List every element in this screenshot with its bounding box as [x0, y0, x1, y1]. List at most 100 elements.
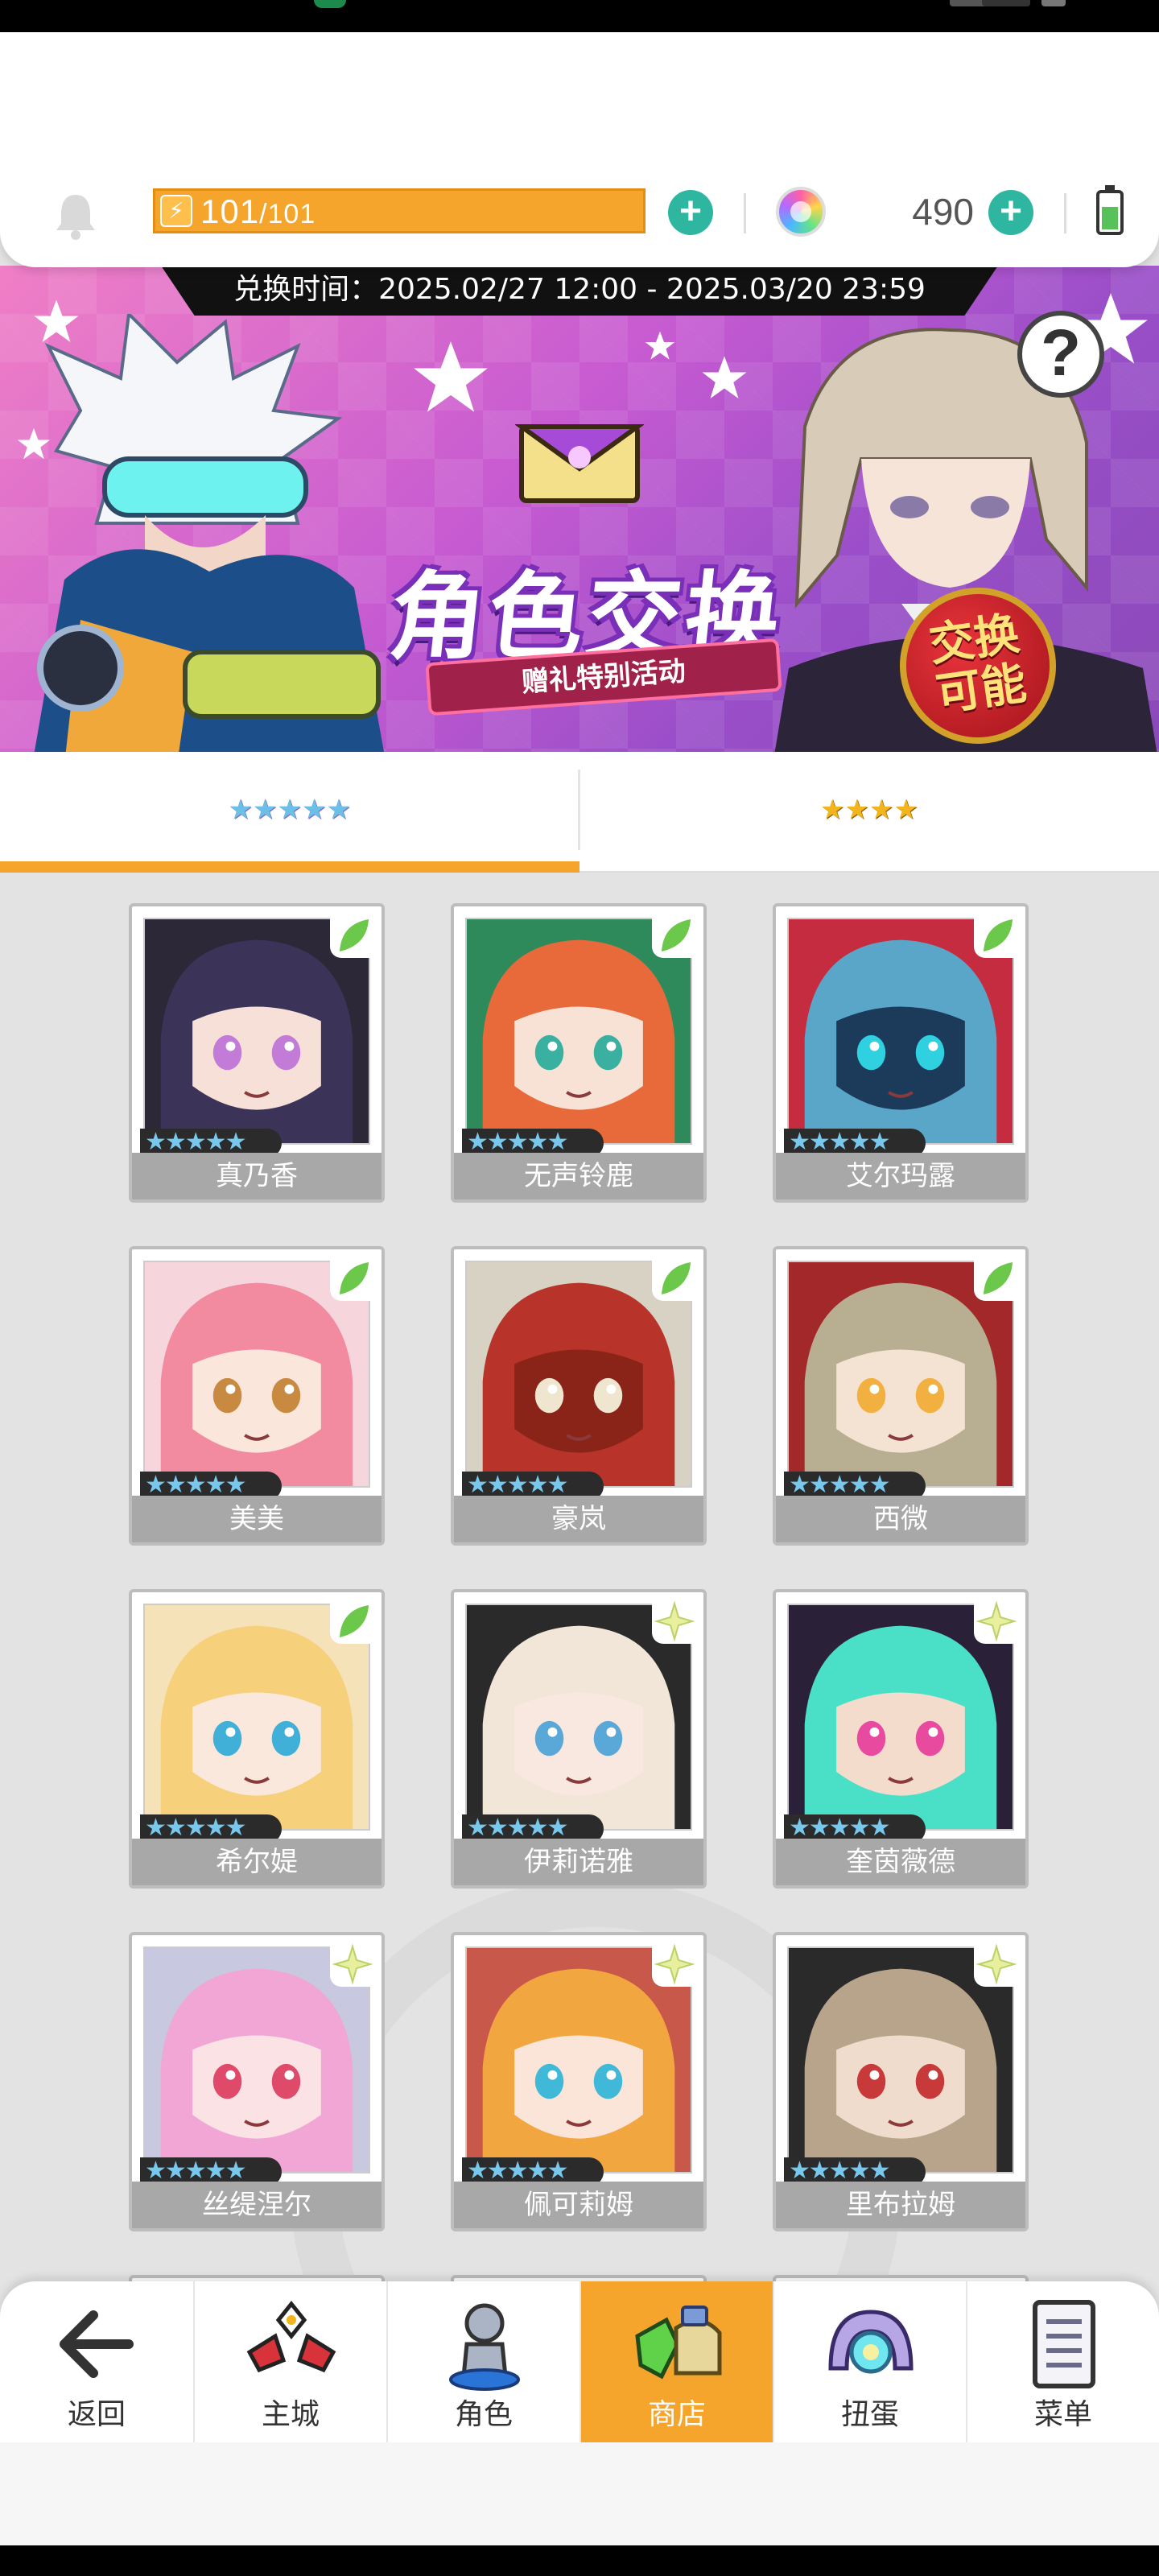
leaf-shape [984, 1262, 1013, 1294]
system-navigation-bar [0, 2545, 1159, 2576]
sparkle-icon [652, 1942, 697, 1987]
system-battery-icon [1041, 0, 1066, 6]
green-leaf-icon [974, 1256, 1019, 1301]
character-card[interactable] [773, 2275, 1029, 2281]
star-decoration-icon [645, 331, 675, 360]
character-card[interactable]: ★★★★★ 丝缇涅尔 [129, 1932, 385, 2231]
character-card[interactable]: ★★★★★ 里布拉姆 [773, 1932, 1029, 2231]
shop-icon [635, 2306, 722, 2380]
character-name: 西微 [776, 1496, 1025, 1542]
nav-label: 返回 [67, 2398, 126, 2431]
sparkle-icon [330, 1942, 375, 1987]
battery-icon [1096, 185, 1124, 235]
four-star-rating-icon: ★★★★ [820, 794, 918, 826]
character-name: 真乃香 [132, 1153, 382, 1199]
nav-menu[interactable]: 菜单 [966, 2281, 1159, 2442]
leaf-shape [340, 1262, 369, 1294]
character-card[interactable] [451, 2275, 707, 2281]
nav-label: 商店 [647, 2398, 706, 2431]
sparkle-shape [654, 1943, 695, 1985]
header-divider [1064, 193, 1066, 233]
gift-envelope-icon [515, 424, 644, 503]
character-name: 奎茵薇德 [776, 1839, 1025, 1885]
leaf-shape [662, 919, 691, 952]
sparkle-shape [654, 1600, 695, 1642]
five-star-rating-icon: ★★★★★ [228, 794, 352, 826]
green-leaf-icon [974, 913, 1019, 958]
menu-list-icon [1033, 2300, 1095, 2388]
battery-level [1102, 207, 1118, 229]
nav-shop[interactable]: 商店 [580, 2281, 773, 2442]
exchange-period: 兑换时间：2025.02/27 12:00 - 2025.03/20 23:59 [161, 266, 998, 316]
bottom-navigation: 返回 主城 角色 商店 扭蛋 菜单 [0, 2281, 1159, 2442]
castle-icon [246, 2300, 336, 2373]
notification-bell-icon[interactable] [52, 190, 100, 242]
character-name: 无声铃鹿 [454, 1153, 703, 1199]
event-banner: 兑换时间：2025.02/27 12:00 - 2025.03/20 23:59… [0, 266, 1159, 752]
nav-gacha[interactable]: 扭蛋 [773, 2281, 966, 2442]
character-card[interactable]: ★★★★★ 真乃香 [129, 903, 385, 1203]
character-name: 伊莉诺雅 [454, 1839, 703, 1885]
character-card[interactable]: ★★★★★ 佩可莉姆 [451, 1932, 707, 2231]
character-grid: ★★★★★ 真乃香 ★★★★★ 无声铃鹿 ★★★★★ 艾尔玛露 ★★★★★ 美美 ★★★★★ 豪岚… [0, 873, 1159, 2281]
character-name: 艾尔玛露 [776, 1153, 1025, 1199]
sparkle-shape [332, 1943, 373, 1985]
tab-five-star[interactable]: ★★★★★ [0, 752, 580, 873]
rarity-tabs: ★★★★★ ★★★★ [0, 752, 1159, 873]
star-decoration-icon [414, 341, 488, 412]
character-card[interactable]: ★★★★★ 伊莉诺雅 [451, 1589, 707, 1889]
nav-back[interactable]: 返回 [0, 2281, 193, 2442]
sparkle-icon [652, 1599, 697, 1644]
leaf-shape [340, 919, 369, 952]
back-arrow-icon [60, 2310, 134, 2378]
character-name: 美美 [132, 1496, 382, 1542]
gem-currency-icon [776, 187, 826, 237]
lightning-icon: ⚡ [160, 195, 192, 227]
character-icon [449, 2303, 520, 2391]
stamina-current: 101 [200, 192, 260, 230]
sparkle-shape [975, 1600, 1017, 1642]
character-name: 佩可莉姆 [454, 2182, 703, 2228]
character-card[interactable]: ★★★★★ 西微 [773, 1246, 1029, 1546]
banner-character-left-illustration [34, 314, 385, 752]
tab-four-star[interactable]: ★★★★ [580, 752, 1159, 873]
character-card[interactable]: ★★★★★ 艾尔玛露 [773, 903, 1029, 1203]
nav-characters[interactable]: 角色 [386, 2281, 580, 2442]
green-leaf-icon [652, 913, 697, 958]
header-divider [744, 193, 746, 233]
help-button[interactable]: ? [1017, 311, 1104, 398]
character-card[interactable]: ★★★★★ 豪岚 [451, 1246, 707, 1546]
gem-count: 490 [912, 191, 974, 233]
character-card[interactable] [129, 2275, 385, 2281]
bottom-gutter [0, 2442, 1159, 2545]
system-status-bar [0, 0, 1159, 32]
nav-label: 扭蛋 [840, 2398, 899, 2431]
character-card[interactable]: ★★★★★ 希尔媞 [129, 1589, 385, 1889]
add-gems-button[interactable]: + [988, 190, 1033, 235]
resource-header: ⚡ 101/101 + 490 + [0, 32, 1159, 267]
nav-main-city[interactable]: 主城 [193, 2281, 386, 2442]
character-card[interactable]: ★★★★★ 奎茵薇德 [773, 1589, 1029, 1889]
leaf-shape [662, 1262, 691, 1294]
green-leaf-icon [330, 1599, 375, 1644]
green-leaf-icon [330, 1256, 375, 1301]
stamina-value: 101/101 [200, 192, 316, 231]
add-stamina-button[interactable]: + [668, 190, 713, 235]
character-name: 丝缇涅尔 [132, 2182, 382, 2228]
character-card[interactable]: ★★★★★ 美美 [129, 1246, 385, 1546]
sparkle-shape [975, 1943, 1017, 1985]
gacha-icon [828, 2310, 914, 2374]
sparkle-icon [974, 1599, 1019, 1644]
character-name: 豪岚 [454, 1496, 703, 1542]
green-leaf-icon [652, 1256, 697, 1301]
selected-tab-indicator [0, 861, 580, 873]
nav-label: 菜单 [1033, 2398, 1092, 2431]
nav-label: 角色 [454, 2398, 513, 2431]
character-card[interactable]: ★★★★★ 无声铃鹿 [451, 903, 707, 1203]
stamina-max: /101 [259, 199, 316, 229]
nav-label: 主城 [261, 2398, 320, 2431]
stamina-bar: ⚡ 101/101 [153, 188, 645, 233]
character-name: 希尔媞 [132, 1839, 382, 1885]
status-indicator [314, 0, 346, 8]
green-leaf-icon [330, 913, 375, 958]
